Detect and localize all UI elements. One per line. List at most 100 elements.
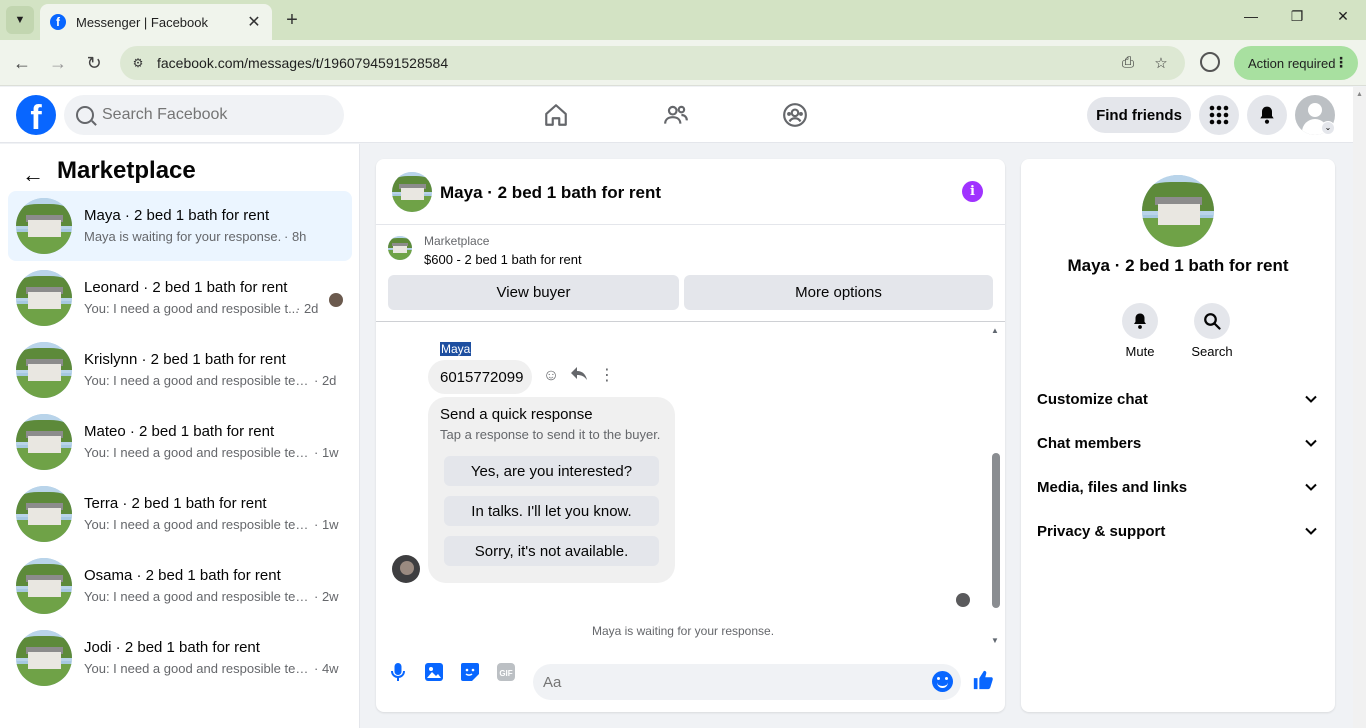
chat-members-section[interactable]: Chat members	[1021, 423, 1335, 467]
bell-icon	[1122, 303, 1158, 339]
conversation-preview: You: I need a good and resposible ten...	[84, 373, 310, 388]
tab-title: Messenger | Facebook	[76, 14, 208, 30]
details-listing-thumbnail	[1142, 175, 1214, 247]
conversation-time: · 1w	[314, 445, 339, 460]
gif-icon[interactable]: GIF	[496, 662, 516, 682]
facebook-search[interactable]	[64, 95, 344, 135]
marketplace-sidebar: ← Marketplace Maya · 2 bed 1 bath for re…	[0, 144, 360, 728]
listing-thumbnail	[16, 558, 72, 614]
home-nav-icon[interactable]	[540, 99, 572, 131]
conversation-preview: You: I need a good and resposible ten...	[84, 661, 310, 676]
react-icon[interactable]: ☺	[541, 366, 561, 386]
notifications-bell-icon[interactable]	[1247, 95, 1287, 135]
photo-icon[interactable]	[424, 662, 444, 682]
action-required-button[interactable]: Action required ⋮	[1234, 46, 1358, 80]
account-chevron-icon[interactable]: ⌄	[1321, 121, 1335, 135]
section-label: Customize chat	[1037, 391, 1148, 408]
address-bar[interactable]: ⚙ facebook.com/messages/t/19607945915285…	[120, 46, 1185, 80]
new-tab-button[interactable]: +	[282, 8, 302, 32]
restore-window-icon[interactable]: ❐	[1282, 8, 1312, 25]
chevron-down-icon	[1305, 527, 1317, 535]
chevron-down-icon	[1305, 439, 1317, 447]
friends-nav-icon[interactable]	[660, 99, 692, 131]
browser-tab[interactable]: f Messenger | Facebook ✕	[40, 4, 272, 40]
close-window-icon[interactable]: ✕	[1328, 8, 1358, 25]
install-app-icon[interactable]: ⎙	[1118, 54, 1138, 71]
chat-title[interactable]: Maya · 2 bed 1 bath for rent	[440, 183, 661, 203]
quick-response-subtitle: Tap a response to send it to the buyer.	[440, 427, 661, 442]
mute-button[interactable]: Mute	[1110, 303, 1170, 359]
conversation-item[interactable]: Osama · 2 bed 1 bath for rent You: I nee…	[8, 551, 352, 621]
listing-thumbnail	[16, 486, 72, 542]
section-label: Media, files and links	[1037, 479, 1188, 496]
listing-small-thumbnail[interactable]	[388, 236, 412, 260]
view-buyer-button[interactable]: View buyer	[388, 275, 679, 310]
quick-response-title: Send a quick response	[440, 406, 593, 423]
conversation-item[interactable]: Maya · 2 bed 1 bath for rent Maya is wai…	[8, 191, 352, 261]
browser-profile-icon[interactable]	[1200, 52, 1220, 72]
conversation-name: Mateo · 2 bed 1 bath for rent	[84, 423, 275, 440]
sticker-icon[interactable]	[460, 662, 480, 682]
conversation-time: · 2d	[314, 373, 337, 388]
microphone-icon[interactable]	[388, 662, 408, 682]
message-input[interactable]	[533, 664, 961, 700]
privacy-support-section[interactable]: Privacy & support	[1021, 511, 1335, 555]
facebook-logo-icon[interactable]: f	[16, 95, 56, 135]
listing-thumbnail	[16, 198, 72, 254]
chat-listing-thumbnail[interactable]	[392, 172, 432, 212]
mute-label: Mute	[1125, 344, 1155, 359]
conversation-time: · 4w	[314, 661, 339, 676]
more-options-button[interactable]: More options	[684, 275, 993, 310]
minimize-window-icon[interactable]: —	[1236, 8, 1266, 24]
forward-button[interactable]: →	[46, 51, 70, 75]
message-thread: Maya 6015772099 ☺ ⋮ Send a quick respons…	[376, 322, 1005, 648]
bookmark-star-icon[interactable]: ☆	[1151, 54, 1171, 72]
quick-response-card: Send a quick response Tap a response to …	[428, 397, 675, 583]
info-icon[interactable]: i	[962, 181, 983, 202]
message-scrollbar[interactable]: ▲ ▼	[990, 322, 1004, 648]
customize-chat-section[interactable]: Customize chat	[1021, 379, 1335, 423]
close-tab-icon[interactable]: ✕	[246, 12, 262, 32]
reload-button[interactable]: ↻	[82, 51, 106, 75]
chat-panel: Maya · 2 bed 1 bath for rent i Marketpla…	[376, 159, 1005, 712]
more-actions-icon[interactable]: ⋮	[597, 366, 617, 386]
chevron-down-icon	[1305, 395, 1317, 403]
listing-source: Marketplace	[424, 234, 490, 248]
sender-avatar[interactable]	[392, 555, 420, 583]
conversation-time: · 1w	[314, 517, 339, 532]
quick-reply-button[interactable]: Yes, are you interested?	[444, 456, 659, 486]
conversation-item[interactable]: Mateo · 2 bed 1 bath for rent You: I nee…	[8, 407, 352, 477]
conversation-preview: You: I need a good and resposible ten...	[84, 517, 310, 532]
search-conversation-button[interactable]: Search	[1182, 303, 1242, 359]
conversation-name: Krislynn · 2 bed 1 bath for rent	[84, 351, 286, 368]
find-friends-button[interactable]: Find friends	[1087, 97, 1191, 133]
message-bubble[interactable]: 6015772099	[428, 360, 532, 394]
tab-search-button[interactable]: ▼	[6, 6, 34, 34]
listing-thumbnail	[16, 342, 72, 398]
reply-icon[interactable]	[569, 366, 589, 386]
like-thumbs-up-icon[interactable]	[972, 668, 994, 692]
quick-reply-button[interactable]: In talks. I'll let you know.	[444, 496, 659, 526]
quick-reply-button[interactable]: Sorry, it's not available.	[444, 536, 659, 566]
chevron-down-icon	[1305, 483, 1317, 491]
facebook-search-input[interactable]	[102, 106, 322, 124]
conversation-item[interactable]: Terra · 2 bed 1 bath for rent You: I nee…	[8, 479, 352, 549]
back-button[interactable]: ←	[10, 51, 34, 75]
back-arrow-icon[interactable]: ←	[22, 162, 44, 188]
listing-banner: Marketplace $600 - 2 bed 1 bath for rent…	[376, 225, 1005, 322]
menu-grid-icon[interactable]	[1199, 95, 1239, 135]
conversation-time: · 2w	[314, 589, 339, 604]
site-info-icon[interactable]: ⚙	[130, 55, 146, 71]
media-files-links-section[interactable]: Media, files and links	[1021, 467, 1335, 511]
facebook-header: f Find friends ⌄	[0, 87, 1353, 143]
listing-price[interactable]: $600 - 2 bed 1 bath for rent	[424, 252, 582, 267]
search-icon	[1194, 303, 1230, 339]
sender-name: Maya	[440, 342, 472, 356]
conversation-item[interactable]: Krislynn · 2 bed 1 bath for rent You: I …	[8, 335, 352, 405]
emoji-icon[interactable]	[932, 671, 953, 692]
conversation-item[interactable]: Leonard · 2 bed 1 bath for rent You: I n…	[8, 263, 352, 333]
conversation-item[interactable]: Jodi · 2 bed 1 bath for rent You: I need…	[8, 623, 352, 693]
page-scrollbar[interactable]: ▲	[1353, 87, 1366, 728]
browser-menu-icon[interactable]: ⋮	[1334, 54, 1348, 71]
groups-nav-icon[interactable]	[779, 99, 811, 131]
